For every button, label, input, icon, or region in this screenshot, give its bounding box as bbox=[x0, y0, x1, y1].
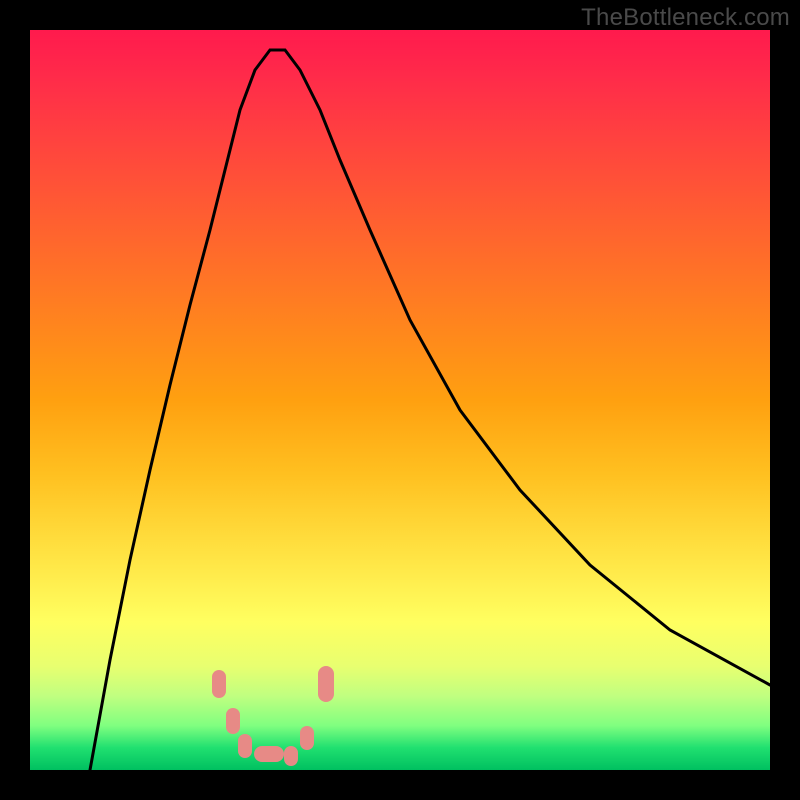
data-marker bbox=[226, 708, 240, 734]
attribution-text: TheBottleneck.com bbox=[581, 4, 790, 32]
data-marker bbox=[300, 726, 314, 750]
plot-area bbox=[30, 30, 770, 770]
data-marker bbox=[212, 670, 226, 698]
data-marker bbox=[318, 666, 334, 702]
data-marker bbox=[284, 746, 298, 766]
bottleneck-curve bbox=[30, 30, 770, 770]
data-marker bbox=[254, 746, 284, 762]
data-marker bbox=[238, 734, 252, 758]
